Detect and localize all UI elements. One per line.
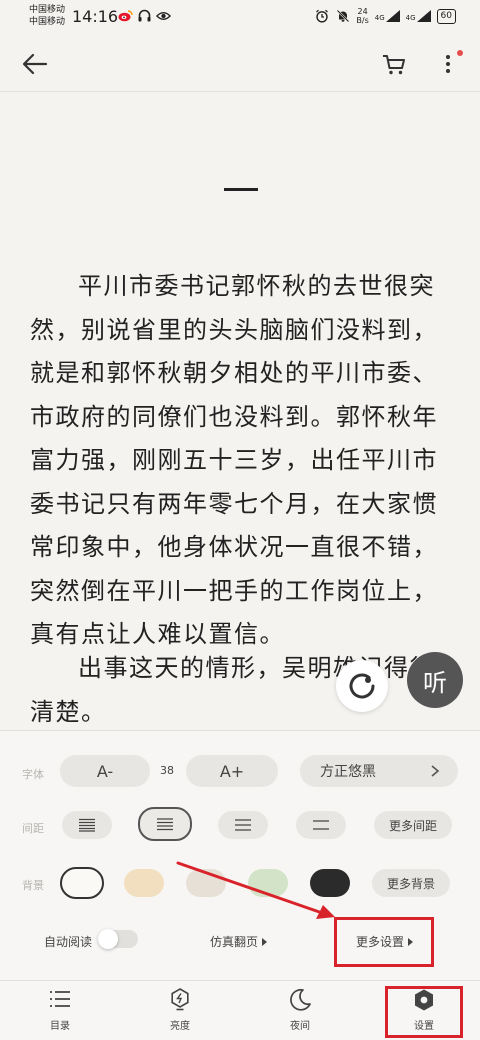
line-spacing-compact-icon [79,818,95,832]
net-speed-unit: B/s [356,16,369,25]
more-menu-button[interactable] [438,50,458,78]
annotation-arrow [176,861,335,919]
clock: 14:16 [72,7,119,26]
line-spacing-normal-icon [157,818,173,831]
line-spacing-loose-icon [235,819,251,831]
eye-icon [156,8,171,23]
reader-header [0,34,480,92]
font-increase-button[interactable]: A+ [186,755,278,787]
font-family-name: 方正悠黑 [320,764,376,780]
spacing-compact-button[interactable] [62,811,112,839]
annotation-highlight-settings [385,986,463,1038]
signal-bars-icon [385,10,400,22]
line-spacing-wide-icon [313,820,329,830]
signal-bars-icon [416,10,431,22]
nav-item-catalog[interactable]: 目录 [30,987,90,1037]
caret-right-icon [262,937,268,946]
paragraph: 平川市委书记郭怀秋的去世很突然，别说省里的头头脑脑们没料到，就是和郭怀秋朝夕相处… [30,272,438,648]
spacing-wide-button[interactable] [296,811,346,839]
nav-label: 亮度 [170,1021,190,1032]
notification-icons [118,8,171,23]
auto-read-label: 自动阅读 [44,935,93,949]
nav-label: 夜间 [290,1021,310,1032]
page-turn-label: 仿真翻页 [210,935,259,949]
listen-button[interactable]: 听 [407,652,463,708]
signal-1-type: 4G [374,14,385,22]
weibo-icon [118,8,133,23]
font-decrease-button[interactable]: A- [60,755,150,787]
battery-indicator: 60 [436,8,456,24]
notification-dot [457,50,463,56]
arrow-left-icon [22,53,48,75]
brightness-icon [171,988,189,1011]
headphones-icon [137,8,152,23]
alarm-icon [314,9,329,24]
signal-1: 4G [375,10,400,22]
annotation-highlight-more-settings [334,917,434,967]
background-swatch-cream[interactable] [124,869,164,897]
carrier-1: 中国移动 [29,5,66,15]
signal-2-type: 4G [405,14,416,22]
nav-label: 目录 [50,1021,70,1032]
status-bar: 中国移动 中国移动 14:16 24 B/s 4G 4G 60 [0,0,480,34]
font-row-label: 字体 [22,768,44,781]
menu-list-icon [50,991,70,1007]
nav-item-night[interactable]: 夜间 [270,987,330,1037]
net-speed-value: 24 [357,7,368,16]
auto-read-toggle[interactable] [98,929,138,949]
system-icons: 24 B/s 4G 4G 60 [314,7,456,25]
more-background-button[interactable]: 更多背景 [372,869,450,897]
reading-content[interactable]: 平川市委书记郭怀秋的去世很突然，别说省里的头头脑脑们没料到，就是和郭怀秋朝夕相处… [0,92,480,732]
mute-bell-icon [335,9,350,24]
chevron-right-icon [431,765,440,777]
moon-icon [290,988,311,1011]
page-turn-button[interactable]: 仿真翻页 [210,933,268,950]
refresh-button[interactable] [336,660,388,712]
background-row-label: 背景 [22,879,44,892]
carrier-2: 中国移动 [29,17,66,27]
toggle-knob [98,929,118,949]
chapter-divider [224,188,258,191]
cart-icon [383,55,405,75]
cart-button[interactable] [380,50,408,78]
background-swatch-white[interactable] [60,867,104,899]
net-speed: 24 B/s [356,7,368,25]
refresh-icon [349,673,375,699]
nav-item-brightness[interactable]: 亮度 [150,987,210,1037]
back-button[interactable] [20,49,50,79]
signal-2: 4G [406,10,431,22]
spacing-loose-button[interactable] [218,811,268,839]
font-family-selector[interactable]: 方正悠黑 [300,755,458,787]
carrier-info: 中国移动 中国移动 [29,4,65,28]
spacing-normal-button[interactable] [138,807,192,841]
spacing-row-label: 间距 [22,822,44,835]
font-size-value: 38 [160,764,174,777]
more-vertical-icon [446,55,450,73]
more-spacing-button[interactable]: 更多间距 [374,811,452,839]
